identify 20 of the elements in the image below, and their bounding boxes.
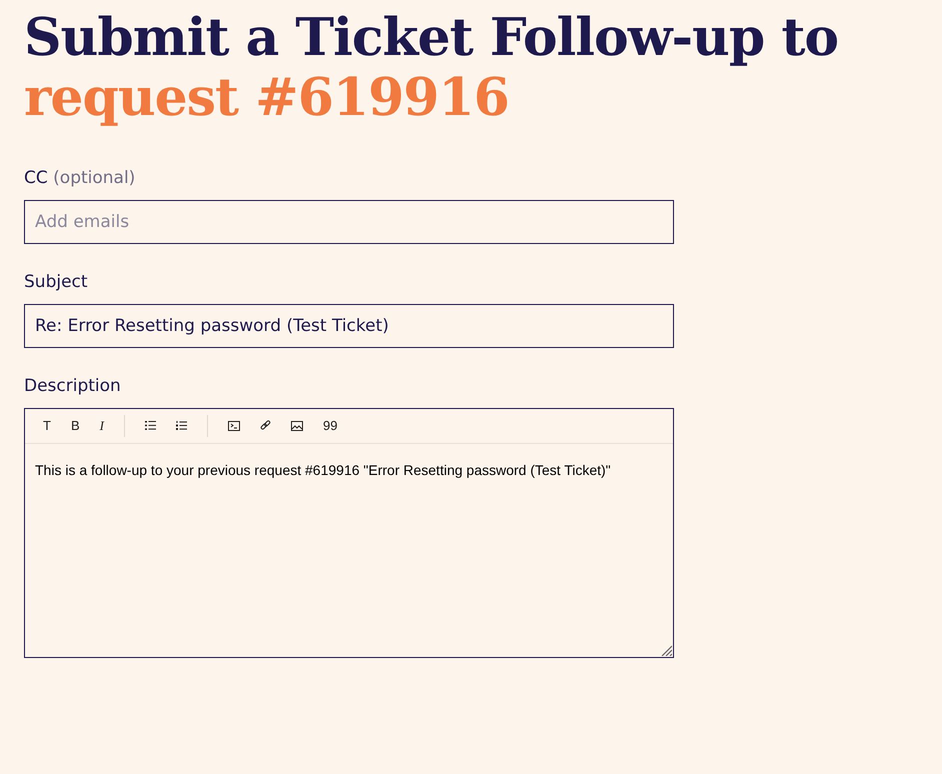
- numbered-list-icon[interactable]: [176, 421, 187, 430]
- email-field[interactable]: Add emails: [24, 200, 674, 244]
- format-button[interactable]: B: [62, 416, 88, 436]
- field-label: Subject: [24, 272, 88, 292]
- bullet-list-icon[interactable]: [144, 421, 156, 430]
- link-icon[interactable]: [260, 420, 271, 432]
- field-label: CC: [24, 168, 48, 188]
- description-editor[interactable]: T B I 99 This is a follow-up to your previous request #619916 "Error Resetting password (Test Ticket)": [24, 408, 674, 658]
- italic-button[interactable]: I: [92, 416, 112, 436]
- resize-handle-icon[interactable]: [660, 644, 672, 656]
- terminal-icon[interactable]: [228, 420, 240, 431]
- format-button[interactable]: T: [35, 416, 59, 436]
- field-label: Description: [24, 376, 121, 396]
- page-title: Submit a Ticket Follow-up to: [24, 8, 840, 68]
- format-button[interactable]: 99: [314, 416, 346, 436]
- description-text: This is a follow-up to your previous request #619916 "Error Resetting password (Test Ticket)": [34, 460, 612, 480]
- optional-hint: (optional): [53, 168, 136, 188]
- subject-field[interactable]: Re: Error Resetting password (Test Ticket): [24, 304, 674, 348]
- request-number: request #619916: [24, 68, 510, 128]
- image-icon[interactable]: [290, 420, 303, 431]
